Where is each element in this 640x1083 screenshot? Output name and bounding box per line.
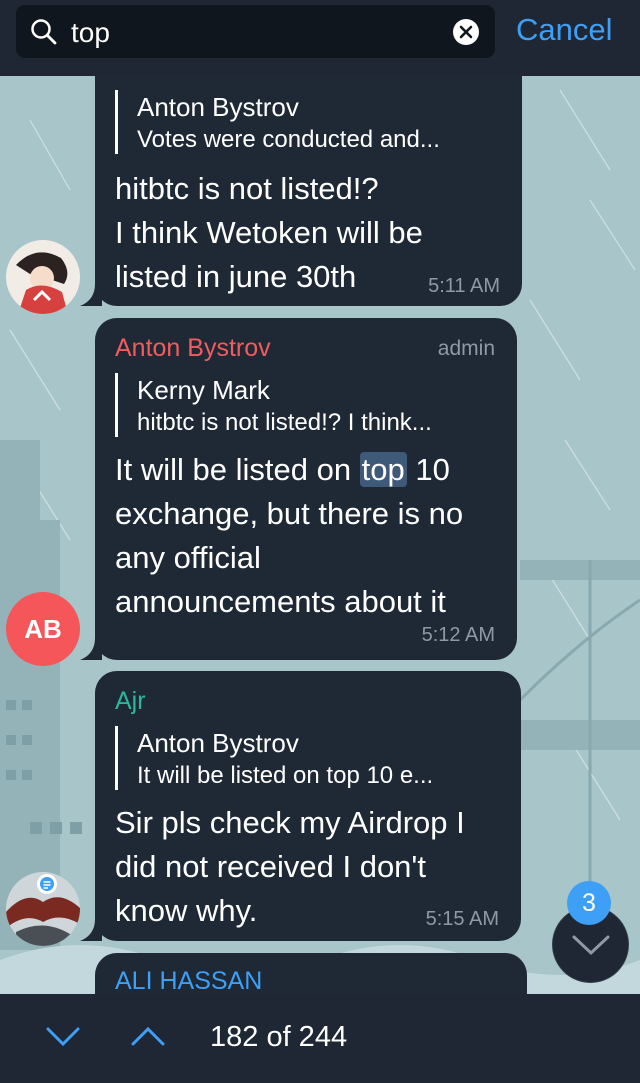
chevron-up-icon[interactable] [130,1024,166,1048]
chevron-down-icon [572,935,610,956]
message-line: It will be listed on top 10 [115,448,450,492]
message-line: know why. [115,893,258,928]
message-time: 5:15 AM [425,908,499,930]
message-line: did not received I don't [115,849,426,884]
search-bar: top Cancel [0,0,640,76]
sender-name[interactable]: ALI HASSAN [115,967,262,996]
bubble-tail [80,919,102,941]
message-bubble[interactable]: Ajr Anton Bystrov It will be listed on t… [95,671,521,941]
avatar[interactable] [6,240,80,314]
unread-count-badge: 3 [567,881,611,925]
reply-quote[interactable]: Kerny Mark hitbtc is not listed!? I thin… [115,373,432,437]
sender-name[interactable]: Ajr [115,687,146,716]
admin-label: admin [437,337,495,360]
reply-author: Kerny Mark [137,375,270,405]
reply-text: It will be listed on top 10 e... [137,762,434,789]
cancel-button[interactable]: Cancel [516,12,613,48]
message-time: 5:11 AM [428,275,500,297]
anime-avatar-image [6,240,80,314]
search-input[interactable]: top [16,5,495,58]
message-bubble[interactable]: Anton Bystrov Votes were conducted and..… [95,70,522,306]
message-line: exchange, but there is no [115,496,464,531]
message-line: I think Wetoken will be [115,215,423,250]
clear-search-icon[interactable] [452,18,480,46]
bubble-tail [80,284,102,306]
bubble-tail [80,638,102,660]
reply-text: Votes were conducted and... [137,126,440,153]
avatar[interactable]: AB [6,592,80,666]
reply-text: hitbtc is not listed!? I think... [137,409,432,436]
message-line: announcements about it [115,584,446,619]
reply-author: Anton Bystrov [137,92,299,122]
search-match-highlight: top [359,452,407,487]
message-line: listed in june 30th [115,259,357,294]
verified-channel-icon [37,874,57,894]
reply-author: Anton Bystrov [137,728,299,758]
message-line: hitbtc is not listed!? [115,171,379,206]
message-text-after: 10 [406,452,450,487]
message-time: 5:12 AM [421,624,495,646]
reply-quote[interactable]: Anton Bystrov Votes were conducted and..… [115,90,440,154]
reply-quote[interactable]: Anton Bystrov It will be listed on top 1… [115,726,433,790]
message-text-before: It will be listed on [115,452,360,487]
message-line: any official [115,540,261,575]
search-query[interactable]: top [71,17,110,49]
search-results-bar: 182 of 244 [0,994,640,1083]
message-bubble[interactable]: Anton Bystrov admin Kerny Mark hitbtc is… [95,318,517,660]
sender-name[interactable]: Anton Bystrov [115,334,271,363]
chevron-down-icon[interactable] [45,1024,81,1048]
search-icon [31,19,57,45]
result-counter: 182 of 244 [210,1021,348,1053]
message-line: Sir pls check my Airdrop I [115,805,465,840]
